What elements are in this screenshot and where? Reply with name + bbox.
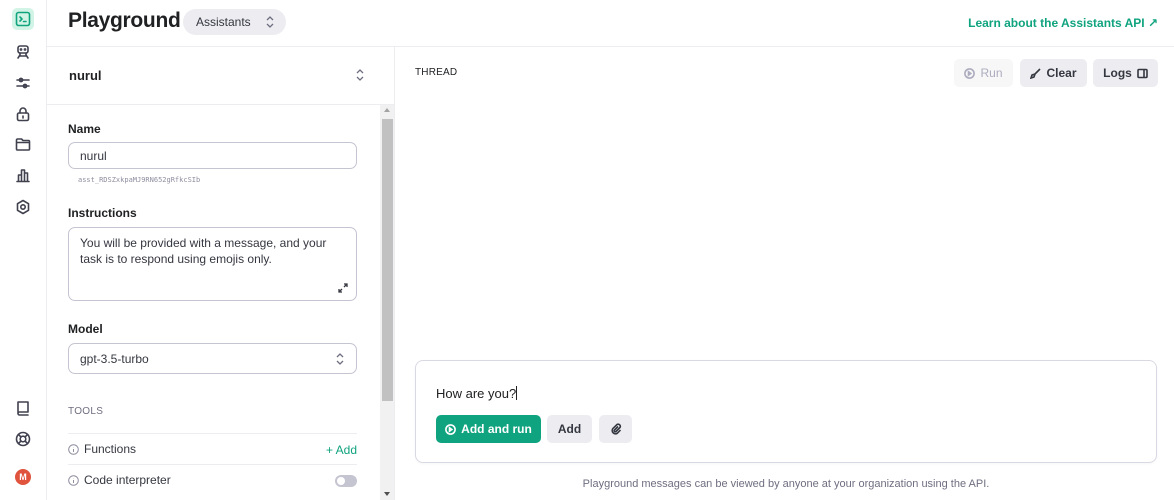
name-label: Name	[68, 122, 101, 136]
folder-icon[interactable]	[12, 133, 34, 155]
logs-button[interactable]: Logs	[1093, 59, 1158, 87]
scroll-up-arrow[interactable]	[384, 108, 390, 112]
instructions-textarea[interactable]: You will be provided with a message, and…	[68, 227, 357, 301]
code-interpreter-toggle[interactable]	[335, 475, 357, 487]
logs-button-label: Logs	[1103, 66, 1132, 80]
tool-label-functions: Functions	[84, 442, 137, 456]
name-input[interactable]: nurul	[68, 142, 357, 169]
model-select-value: gpt-3.5-turbo	[80, 352, 149, 366]
panel-scrollbar[interactable]	[380, 105, 394, 500]
assistant-panel: nurul Name nurul asst_RDSZxkpaMJ9RN652gR…	[47, 47, 395, 500]
mode-select-value: Assistants	[196, 15, 251, 29]
model-label: Model	[68, 322, 103, 336]
panel-icon	[1137, 68, 1148, 78]
icon-sidebar: M	[0, 0, 47, 500]
run-button-label: Run	[980, 66, 1003, 80]
mode-select[interactable]: Assistants	[183, 9, 286, 35]
assistant-selector[interactable]: nurul	[47, 47, 394, 105]
paperclip-icon	[610, 423, 621, 435]
tools-label: TOOLS	[68, 406, 104, 417]
help-icon[interactable]	[12, 428, 34, 450]
broom-icon	[1030, 67, 1042, 79]
add-and-run-label: Add and run	[461, 422, 532, 436]
run-button[interactable]: Run	[954, 59, 1013, 87]
assistant-icon[interactable]	[12, 41, 34, 63]
playground-terminal-icon[interactable]	[12, 8, 34, 30]
usage-chart-icon[interactable]	[12, 164, 34, 186]
assistant-id: asst_RDSZxkpaMJ9RN652gRfkcSIb	[78, 176, 201, 184]
settings-icon[interactable]	[12, 196, 34, 218]
expand-icon[interactable]	[338, 283, 348, 293]
privacy-footnote: Playground messages can be viewed by any…	[582, 478, 990, 490]
instructions-text: You will be provided with a message, and…	[80, 236, 327, 266]
toggle-knob	[337, 477, 345, 485]
chevron-updown-icon	[356, 69, 364, 81]
chevron-updown-icon	[266, 16, 274, 28]
model-select[interactable]: gpt-3.5-turbo	[68, 343, 357, 374]
info-icon[interactable]	[68, 443, 79, 455]
assistant-selector-value: nurul	[69, 68, 102, 83]
chevron-updown-icon	[336, 353, 344, 365]
run-circle-icon	[445, 423, 457, 435]
tool-label-code-interpreter: Code interpreter	[84, 473, 171, 487]
top-header: Playground Assistants Learn about the As…	[47, 0, 1174, 47]
info-icon[interactable]	[68, 474, 79, 486]
add-message-button[interactable]: Add	[547, 415, 592, 443]
tool-row-functions: Functions + Add	[68, 433, 357, 464]
message-text: How are you?	[436, 386, 517, 401]
assistant-form: Name nurul asst_RDSZxkpaMJ9RN652gRfkcSIb…	[47, 105, 380, 500]
add-and-run-button[interactable]: Add and run	[436, 415, 541, 443]
book-icon[interactable]	[12, 397, 34, 419]
sliders-icon[interactable]	[12, 72, 34, 94]
page-title: Playground	[68, 9, 181, 32]
attach-file-button[interactable]	[599, 415, 632, 443]
add-function-button[interactable]: + Add	[326, 443, 357, 457]
thread-label: THREAD	[415, 67, 458, 78]
clear-button[interactable]: Clear	[1020, 59, 1087, 87]
lock-icon[interactable]	[12, 103, 34, 125]
text-caret	[516, 386, 518, 400]
user-avatar[interactable]: M	[15, 469, 31, 485]
message-composer[interactable]: How are you? Add and run Add	[415, 360, 1157, 463]
scroll-down-arrow[interactable]	[384, 492, 390, 496]
message-input[interactable]: How are you?	[436, 386, 518, 401]
scroll-thumb[interactable]	[382, 119, 393, 401]
learn-assistants-api-link[interactable]: Learn about the Assistants API ↗	[968, 16, 1158, 30]
instructions-label: Instructions	[68, 206, 137, 220]
run-circle-icon	[964, 67, 976, 79]
tool-row-code-interpreter: Code interpreter	[68, 464, 357, 495]
clear-button-label: Clear	[1046, 66, 1077, 80]
